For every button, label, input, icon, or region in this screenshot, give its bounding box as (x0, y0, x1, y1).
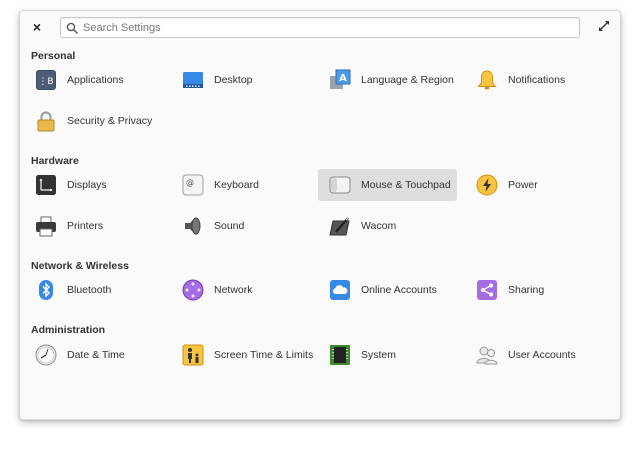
section-title-administration: Administration (31, 324, 106, 336)
item-bluetooth[interactable]: Bluetooth (24, 274, 163, 306)
item-system[interactable]: System (318, 339, 457, 371)
item-mouse-touchpad[interactable]: Mouse & Touchpad (318, 169, 457, 201)
item-label: User Accounts (508, 349, 576, 361)
item-network[interactable]: Network (171, 274, 310, 306)
item-sharing[interactable]: Sharing (465, 274, 604, 306)
titlebar: × (20, 11, 620, 43)
svg-text:@: @ (186, 178, 194, 187)
item-language-region[interactable]: A Language & Region (318, 64, 457, 96)
item-screen-time[interactable]: Screen Time & Limits (171, 339, 314, 371)
item-label: Sound (214, 220, 245, 232)
item-label: Mouse & Touchpad (361, 179, 451, 191)
notifications-bell-icon (476, 69, 498, 91)
item-label: Power (508, 179, 538, 191)
item-applications[interactable]: ⋮B Applications (24, 64, 163, 96)
maximize-icon (599, 21, 609, 31)
sharing-icon (476, 279, 498, 301)
desktop-icon (182, 69, 204, 91)
printer-icon (35, 215, 57, 237)
item-label: Applications (67, 74, 124, 86)
network-icon (182, 279, 204, 301)
cloud-icon (329, 279, 351, 301)
search-icon (61, 18, 83, 37)
speaker-icon (182, 215, 204, 237)
close-button[interactable]: × (28, 18, 46, 36)
screen-time-icon (182, 344, 204, 366)
settings-window: × Personal ⋮B Applications Desktop (19, 10, 621, 420)
section-title-network: Network & Wireless (31, 260, 129, 272)
search-input[interactable] (83, 18, 579, 37)
item-sound[interactable]: Sound (171, 210, 310, 242)
item-user-accounts[interactable]: User Accounts (465, 339, 604, 371)
mouse-touchpad-icon (329, 174, 351, 196)
applications-icon: ⋮B (35, 69, 57, 91)
users-icon (476, 344, 498, 366)
item-online-accounts[interactable]: Online Accounts (318, 274, 457, 306)
item-label: Printers (67, 220, 104, 232)
item-label: Bluetooth (67, 284, 112, 296)
padlock-icon (35, 110, 57, 132)
item-label: Displays (67, 179, 107, 191)
search-box[interactable] (60, 17, 580, 38)
item-keyboard[interactable]: @ Keyboard (171, 169, 310, 201)
maximize-button[interactable] (596, 18, 612, 34)
keyboard-icon: @ (182, 174, 204, 196)
svg-text:⋮B: ⋮B (38, 77, 53, 87)
item-label: Date & Time (67, 349, 125, 361)
item-date-time[interactable]: Date & Time (24, 339, 163, 371)
item-label: Online Accounts (361, 284, 437, 296)
item-desktop[interactable]: Desktop (171, 64, 310, 96)
item-label: Desktop (214, 74, 253, 86)
item-printers[interactable]: Printers (24, 210, 163, 242)
item-power[interactable]: Power (465, 169, 604, 201)
item-label: Keyboard (214, 179, 259, 191)
item-label: Language & Region (361, 74, 454, 86)
close-icon: × (32, 19, 42, 35)
item-label: System (361, 349, 397, 361)
language-region-icon: A (329, 69, 351, 91)
item-label: Sharing (508, 284, 545, 296)
item-label: Wacom (361, 220, 397, 232)
item-displays[interactable]: Displays (24, 169, 163, 201)
item-wacom[interactable]: Wacom (318, 210, 457, 242)
item-notifications[interactable]: Notifications (465, 64, 604, 96)
item-label: Notifications (508, 74, 566, 86)
clock-icon (35, 344, 57, 366)
system-chip-icon (329, 344, 351, 366)
svg-text:A: A (339, 73, 347, 84)
displays-icon (35, 174, 57, 196)
bluetooth-icon (35, 279, 57, 301)
section-title-hardware: Hardware (31, 155, 79, 167)
wacom-tablet-icon (329, 215, 351, 237)
item-label: Network (214, 284, 253, 296)
item-security-privacy[interactable]: Security & Privacy (24, 105, 163, 137)
item-label: Screen Time & Limits (214, 349, 314, 361)
power-bolt-icon (476, 174, 498, 196)
section-title-personal: Personal (31, 50, 76, 62)
item-label: Security & Privacy (67, 115, 153, 127)
